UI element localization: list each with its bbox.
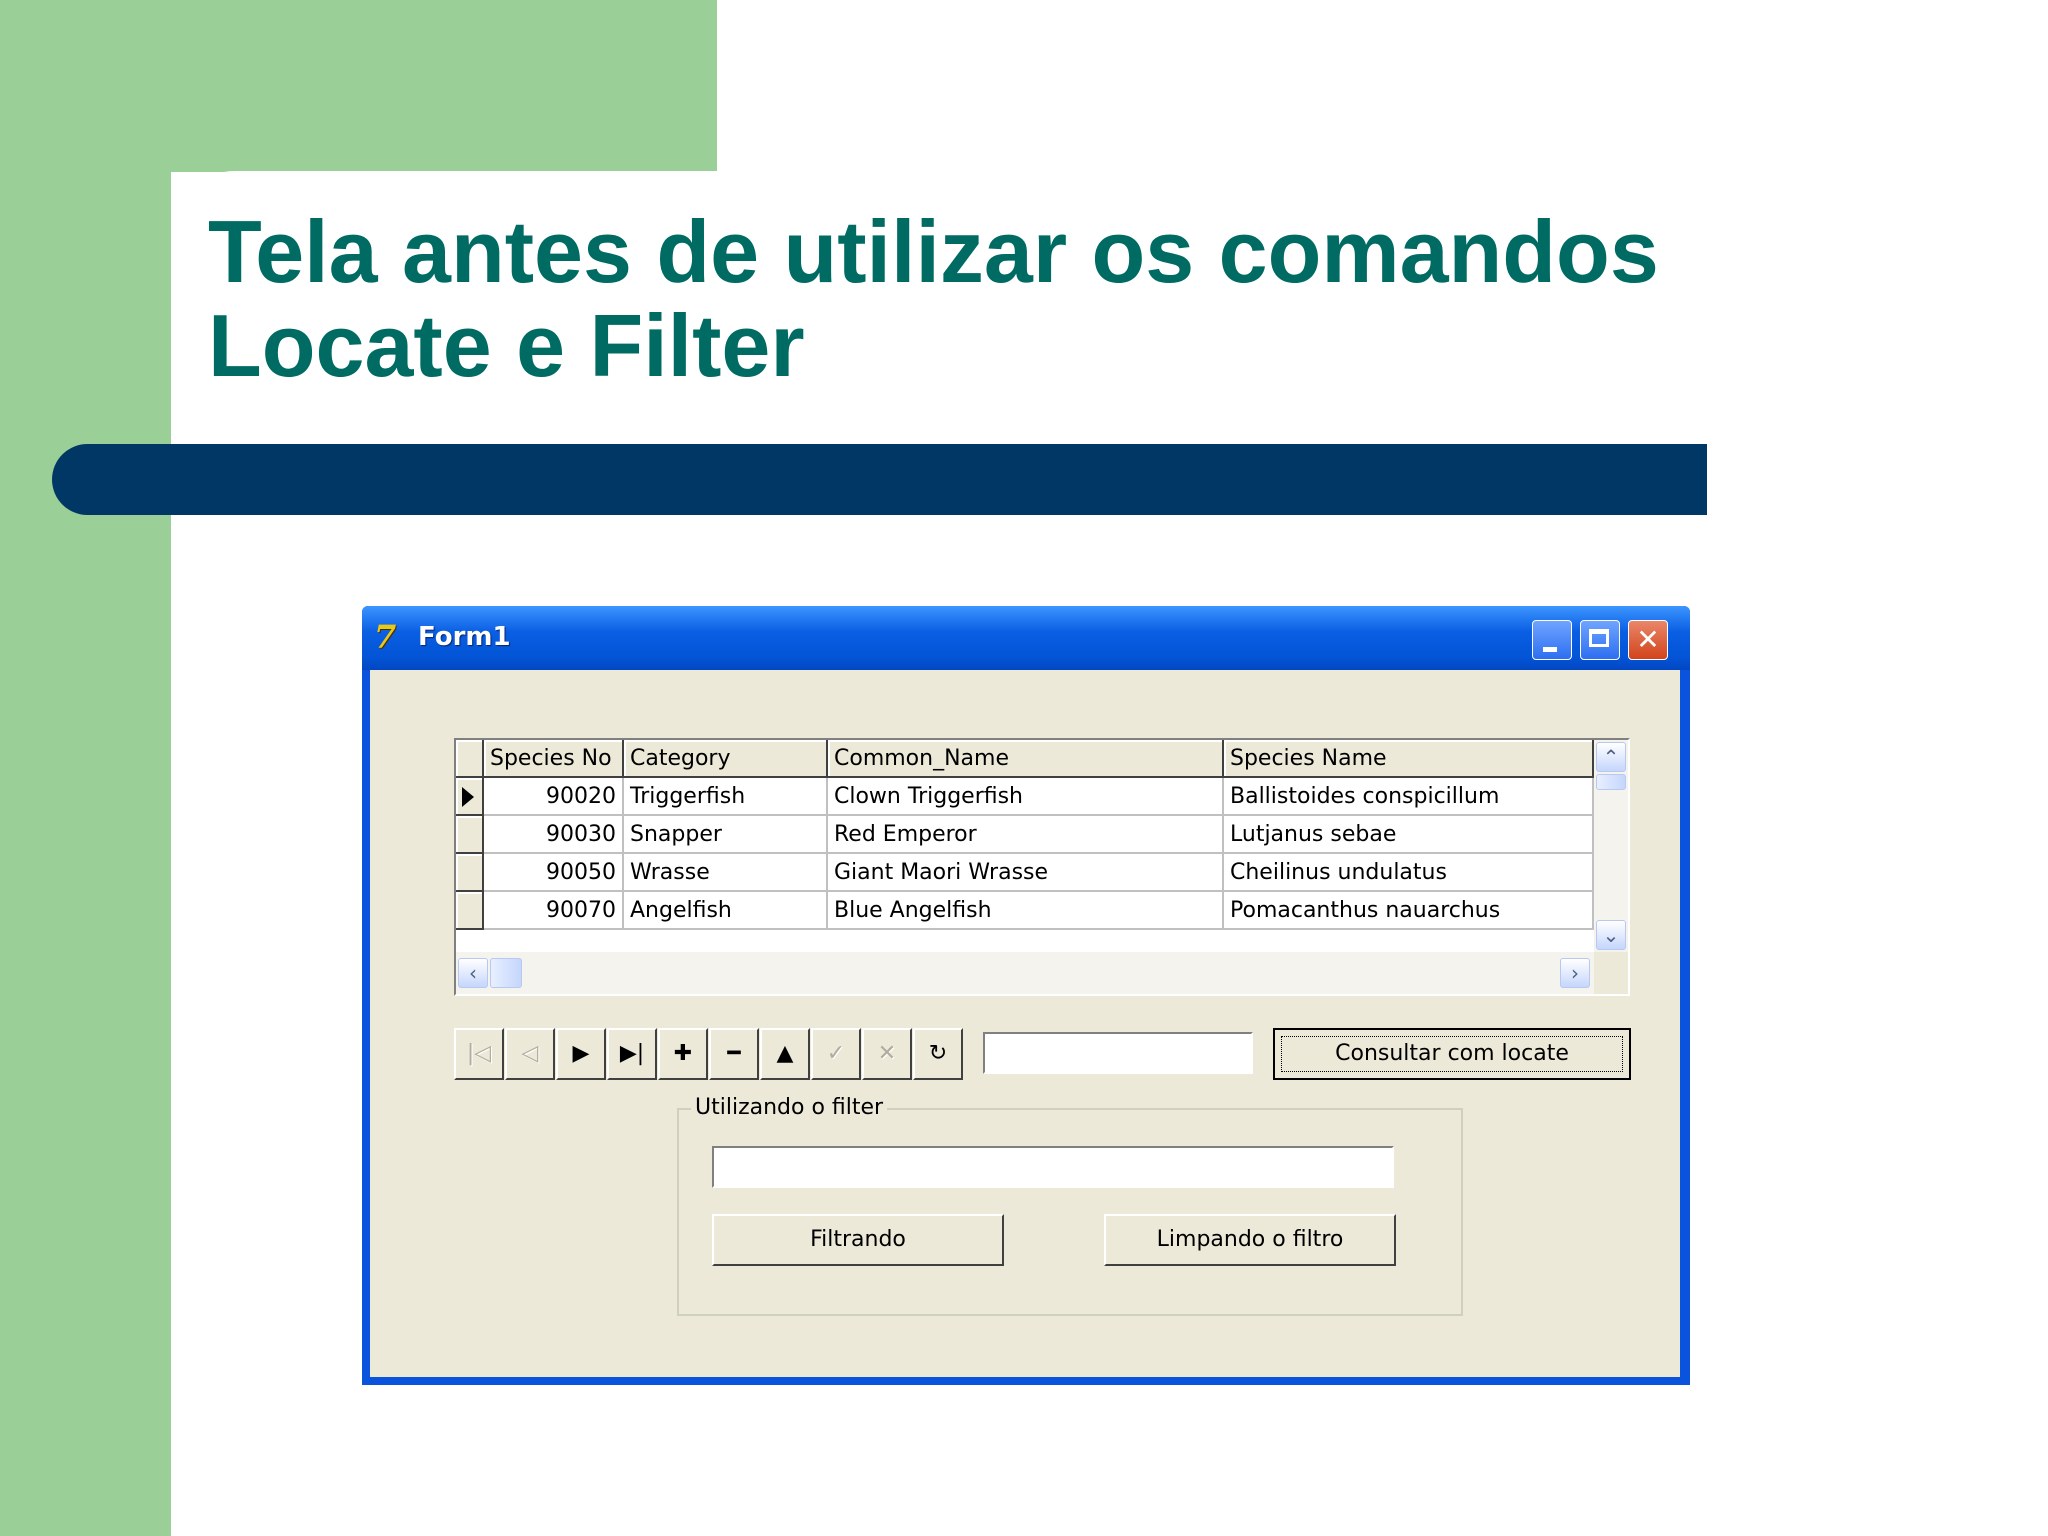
grid-row-indicator[interactable] [456, 854, 484, 892]
consultar-locate-button[interactable]: Consultar com locate [1273, 1028, 1631, 1080]
grid-cell-category[interactable]: Snapper [624, 816, 828, 854]
grid-cell-category[interactable]: Triggerfish [624, 778, 828, 816]
nav-edit-button[interactable]: ▲ [760, 1028, 810, 1080]
grid-cell-species-name[interactable]: Ballistoides conspicillum [1224, 778, 1594, 816]
scroll-down-arrow-icon[interactable]: ⌄ [1596, 920, 1626, 950]
nav-delete-button[interactable]: ━ [709, 1028, 759, 1080]
grid-header-species-no[interactable]: Species No [484, 740, 624, 778]
locate-input[interactable] [983, 1032, 1253, 1074]
slide-title-line2: Locate e Filter [208, 296, 805, 395]
grid-cell-category[interactable]: Angelfish [624, 892, 828, 930]
nav-refresh-button[interactable]: ↻ [913, 1028, 963, 1080]
nav-insert-button[interactable]: ✚ [658, 1028, 708, 1080]
window-title: Form1 [418, 622, 511, 652]
limpando-filtro-button[interactable]: Limpando o filtro [1104, 1214, 1396, 1266]
nav-last-icon: ▶| [619, 1041, 645, 1066]
grid-header-indicator [456, 740, 484, 778]
grid-vertical-scroll-thumb[interactable] [1596, 774, 1626, 790]
grid-cell-species-no[interactable]: 90020 [484, 778, 624, 816]
nav-delete-icon: ━ [727, 1041, 741, 1066]
dbgrid[interactable]: Species No Category Common_Name Species … [454, 738, 1630, 996]
minimize-button[interactable] [1532, 620, 1572, 660]
nav-cancel-icon: ✕ [877, 1041, 897, 1066]
close-icon: ✕ [1636, 623, 1660, 656]
grid-cell-common-name[interactable]: Clown Triggerfish [828, 778, 1224, 816]
close-button[interactable]: ✕ [1628, 620, 1668, 660]
nav-post-button[interactable]: ✓ [811, 1028, 861, 1080]
consultar-locate-label: Consultar com locate [1335, 1041, 1569, 1066]
grid-cell-species-name[interactable]: Cheilinus undulatus [1224, 854, 1594, 892]
nav-post-icon: ✓ [826, 1041, 846, 1066]
grid-header-common-name[interactable]: Common_Name [828, 740, 1224, 778]
grid-cell-category[interactable]: Wrasse [624, 854, 828, 892]
scroll-up-arrow-icon[interactable]: ⌃ [1596, 742, 1626, 772]
slide-divider-bar [52, 444, 1707, 515]
grid-header-species-name[interactable]: Species Name [1224, 740, 1594, 778]
grid-cell-species-no[interactable]: 90070 [484, 892, 624, 930]
slide-title-line1: Tela antes de utilizar os comandos [208, 202, 1659, 301]
slide-green-sidebar [0, 0, 171, 1536]
grid-cell-species-name[interactable]: Lutjanus sebae [1224, 816, 1594, 854]
filter-input[interactable] [712, 1146, 1394, 1188]
grid-scroll-corner [1594, 952, 1628, 994]
window-titlebar[interactable]: 7 Form1 ✕ [362, 606, 1690, 670]
nav-first-icon: |◁ [466, 1041, 492, 1066]
nav-refresh-icon: ↻ [928, 1041, 948, 1066]
grid-horizontal-scrollbar[interactable]: ‹ › [456, 952, 1594, 994]
nav-insert-icon: ✚ [673, 1041, 693, 1066]
filtrando-button[interactable]: Filtrando [712, 1214, 1004, 1266]
slide-title: Tela antes de utilizar os comandos Locat… [208, 205, 1808, 393]
grid-cell-common-name[interactable]: Blue Angelfish [828, 892, 1224, 930]
nav-first-button[interactable]: |◁ [454, 1028, 504, 1080]
grid-cell-common-name[interactable]: Red Emperor [828, 816, 1224, 854]
grid-row-indicator[interactable] [456, 778, 484, 816]
scroll-right-arrow-icon[interactable]: › [1560, 958, 1590, 988]
maximize-button[interactable] [1580, 620, 1620, 660]
form1-window: 7 Form1 ✕ Species No Category Common_Nam… [362, 606, 1690, 1385]
nav-prior-button[interactable]: ◁ [505, 1028, 555, 1080]
filter-groupbox: Utilizando o filter Filtrando Limpando o… [677, 1094, 1463, 1316]
grid-horizontal-scroll-thumb[interactable] [490, 958, 522, 988]
grid-cell-common-name[interactable]: Giant Maori Wrasse [828, 854, 1224, 892]
nav-next-button[interactable]: ▶ [556, 1028, 606, 1080]
grid-row-indicator[interactable] [456, 816, 484, 854]
scroll-left-arrow-icon[interactable]: ‹ [458, 958, 488, 988]
db-navigator: |◁ ◁ ▶ ▶| ✚ ━ ▲ ✓ ✕ ↻ [454, 1028, 964, 1080]
nav-next-icon: ▶ [572, 1041, 590, 1066]
form-client-area: Species No Category Common_Name Species … [370, 670, 1680, 1377]
nav-cancel-button[interactable]: ✕ [862, 1028, 912, 1080]
grid-cell-species-name[interactable]: Pomacanthus nauarchus [1224, 892, 1594, 930]
nav-prior-icon: ◁ [521, 1041, 539, 1066]
delphi-app-icon[interactable]: 7 [374, 620, 408, 654]
current-record-pointer-icon [462, 787, 474, 807]
filter-groupbox-legend: Utilizando o filter [691, 1094, 888, 1122]
grid-header-category[interactable]: Category [624, 740, 828, 778]
dbgrid-content: Species No Category Common_Name Species … [456, 740, 1628, 994]
grid-row-indicator[interactable] [456, 892, 484, 930]
grid-cell-species-no[interactable]: 90050 [484, 854, 624, 892]
grid-vertical-scrollbar[interactable]: ⌃ ⌄ [1594, 740, 1628, 952]
nav-edit-icon: ▲ [776, 1041, 794, 1066]
grid-cell-species-no[interactable]: 90030 [484, 816, 624, 854]
nav-last-button[interactable]: ▶| [607, 1028, 657, 1080]
